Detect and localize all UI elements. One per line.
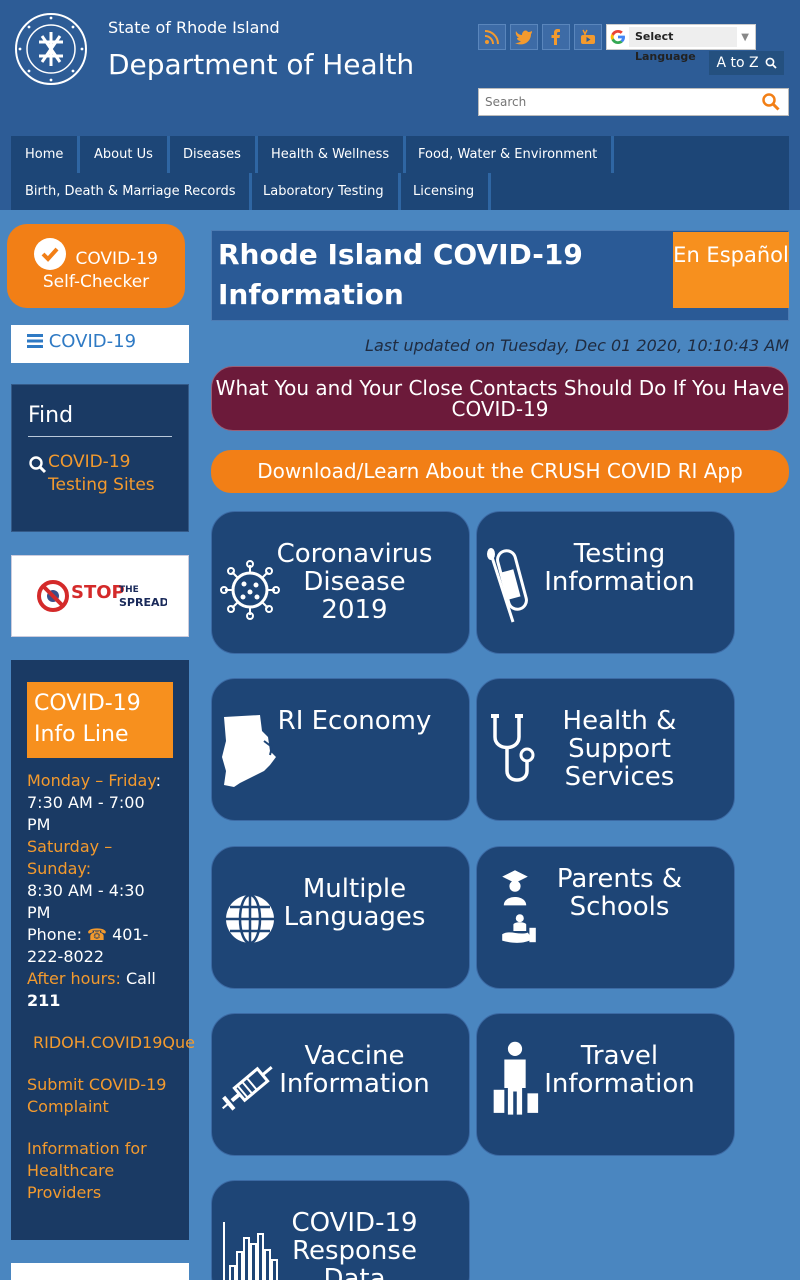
close-contacts-button[interactable]: What You and Your Close Contacts Should … [211,366,789,431]
tile-label: RI Economy [277,706,432,736]
tile-vaccine-information[interactable]: Vaccine Information [211,1013,470,1156]
nav-health-wellness[interactable]: Health & Wellness [257,136,407,173]
last-updated: Last updated on Tuesday, Dec 01 2020, 10… [365,336,789,355]
tile-health-support-services[interactable]: Health & Support Services [476,678,735,821]
nav-about-us[interactable]: About Us [80,136,170,173]
chevron-down-icon: ▼ [741,31,749,43]
department-name[interactable]: Department of Health [108,48,414,81]
phone-label: Phone: [27,925,82,944]
after-hours-call: Call [125,969,156,988]
covid-menu-toggle[interactable]: COVID-19 [11,325,189,363]
tile-label: Vaccine Information [279,1041,430,1099]
weekend-label: Saturday – Sunday: [27,837,113,878]
state-name: State of Rhode Island [108,18,280,37]
search-input[interactable] [479,89,754,115]
tile-multiple-languages[interactable]: Multiple Languages [211,846,470,989]
tile-ri-economy[interactable]: RI Economy [211,678,470,821]
info-line-title: COVID-19 Info Line [27,682,173,758]
find-title: Find [28,403,172,437]
nav-home[interactable]: Home [11,136,81,173]
tile-label: Testing Information [544,539,695,597]
espanol-button[interactable]: En Español [673,232,789,308]
search-icon [765,57,777,69]
rhode-island-map-icon [222,715,276,787]
crush-covid-app-button[interactable]: Download/Learn About the CRUSH COVID RI … [211,450,789,493]
tile-label: Travel Information [544,1041,695,1099]
check-icon [34,238,67,270]
self-checker-line2: Self-Checker [42,272,150,292]
tile-label: Coronavirus Disease 2019 [276,539,433,625]
language-select[interactable]: Select Language ▼ [606,24,756,63]
graduate-icon [502,870,536,943]
email-link[interactable]: RIDOH.COVID19Que [33,1032,195,1054]
site-search [478,88,789,116]
twitter-icon[interactable] [510,24,538,50]
the-text: THE [119,585,139,595]
weekday-hours: 7:30 AM - 7:00 PM [27,793,145,834]
language-select-label: Select Language [629,27,738,63]
nav-vital-records[interactable]: Birth, Death & Marriage Records [11,173,253,210]
a-to-z-label: A to Z [716,55,759,71]
virus-icon [220,560,280,620]
nav-diseases[interactable]: Diseases [169,136,258,173]
search-button[interactable] [754,89,788,115]
testing-sites-link[interactable]: COVID-19 Testing Sites [48,451,172,497]
nav-licensing[interactable]: Licensing [399,173,492,210]
tile-label: COVID-19 Response Data [291,1208,418,1280]
after-hours-number: 211 [27,991,61,1010]
healthcare-providers-link[interactable]: Information for Healthcare Providers [27,1138,173,1204]
nav-food-water-environment[interactable]: Food, Water & Environment [404,136,615,173]
complaint-link[interactable]: Submit COVID-19 Complaint [27,1074,173,1118]
tile-label: Health & Support Services [562,706,677,792]
nav-laboratory-testing[interactable]: Laboratory Testing [249,173,401,210]
self-checker-line1: COVID-19 [75,249,158,269]
sidebar-next-panel [11,1263,189,1280]
find-panel: Find COVID-19 Testing Sites [11,384,189,532]
info-line-panel: COVID-19 Info Line Monday – Friday: 7:30… [11,660,195,1240]
site-header: State of Rhode Island Department of Heal… [0,0,800,210]
stethoscope-icon [491,714,535,782]
ri-health-seal-logo[interactable] [14,12,88,86]
weekday-label: Monday – Friday [27,771,156,790]
phone-icon: ☎ [87,925,107,944]
test-tube-icon [487,548,528,623]
covid-menu-label: COVID-19 [48,331,137,352]
rss-icon[interactable] [478,24,506,50]
menu-icon [27,334,43,348]
tile-parents-schools[interactable]: Parents & Schools [476,846,735,989]
self-checker-button[interactable]: COVID-19 Self-Checker [7,224,185,308]
stop-the-spread-logo: STOP THE SPREAD [37,580,167,612]
youtube-icon[interactable] [574,24,602,50]
tile-label: Parents & Schools [556,864,683,922]
search-icon [28,451,48,497]
stop-text: STOP [71,582,125,603]
after-hours-label: After hours: [27,969,121,988]
stop-the-spread-banner[interactable]: STOP THE SPREAD [11,555,189,637]
page-title: Rhode Island COVID-19 Information [218,238,583,311]
tile-testing-information[interactable]: Testing Information [476,511,735,654]
weekend-hours: 8:30 AM - 4:30 PM [27,881,145,922]
tile-covid-response-data[interactable]: COVID-19 Response Data [211,1180,470,1280]
tile-coronavirus-disease[interactable]: Coronavirus Disease 2019 [211,511,470,654]
main-navigation: Home About Us Diseases Health & Wellness… [11,136,789,210]
a-to-z-button[interactable]: A to Z [709,51,784,75]
tile-label: Multiple Languages [283,874,426,932]
bar-chart-icon [223,1222,278,1280]
facebook-icon[interactable] [542,24,570,50]
google-icon [607,29,629,45]
syringe-icon [222,1066,273,1111]
search-icon [762,93,780,111]
spread-text: SPREAD [119,596,167,609]
traveler-icon [493,1041,539,1115]
tile-travel-information[interactable]: Travel Information [476,1013,735,1156]
globe-icon [226,893,274,945]
